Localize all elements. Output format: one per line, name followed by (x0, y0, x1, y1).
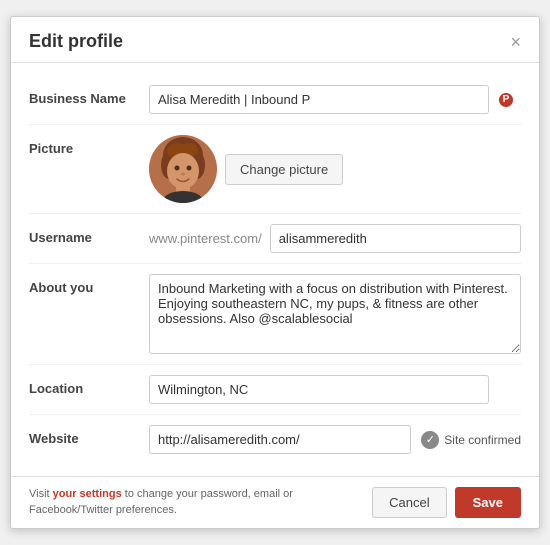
picture-label: Picture (29, 135, 149, 156)
footer-note-prefix: Visit (29, 488, 53, 500)
edit-profile-dialog: Edit profile × Business Name P Picture (10, 16, 540, 529)
username-input[interactable] (270, 224, 521, 253)
business-name-input[interactable] (149, 85, 489, 114)
username-label: Username (29, 224, 149, 245)
save-button[interactable]: Save (455, 487, 521, 518)
website-row-inner: ✓ Site confirmed (149, 425, 521, 454)
location-label: Location (29, 375, 149, 396)
change-picture-button[interactable]: Change picture (225, 154, 343, 185)
username-row: Username www.pinterest.com/ (29, 214, 521, 264)
business-name-control: P (149, 85, 521, 114)
pinterest-icon: P (499, 93, 513, 107)
about-row: About you (29, 264, 521, 365)
website-label: Website (29, 425, 149, 446)
username-prefix: www.pinterest.com/ (149, 231, 262, 246)
about-label: About you (29, 274, 149, 295)
dialog-body: Business Name P Picture (11, 63, 539, 476)
checkmark-icon: ✓ (421, 431, 439, 449)
footer-buttons: Cancel Save (372, 487, 521, 518)
footer-note: Visit your settings to change your passw… (29, 487, 329, 518)
username-control: www.pinterest.com/ (149, 224, 521, 253)
business-name-label: Business Name (29, 85, 149, 106)
picture-row: Picture (29, 125, 521, 214)
website-input[interactable] (149, 425, 411, 454)
site-confirmed-label: Site confirmed (444, 433, 521, 447)
website-row: Website ✓ Site confirmed (29, 415, 521, 464)
close-button[interactable]: × (510, 33, 521, 51)
site-confirmed-badge: ✓ Site confirmed (421, 431, 521, 449)
location-control (149, 375, 521, 404)
settings-link[interactable]: your settings (53, 488, 122, 500)
location-row: Location (29, 365, 521, 415)
business-name-row: Business Name P (29, 75, 521, 125)
picture-control: Change picture (149, 135, 521, 203)
website-control: ✓ Site confirmed (149, 425, 521, 454)
dialog-footer: Visit your settings to change your passw… (11, 476, 539, 528)
about-control (149, 274, 521, 354)
cancel-button[interactable]: Cancel (372, 487, 446, 518)
about-textarea[interactable] (149, 274, 521, 354)
dialog-title: Edit profile (29, 31, 123, 52)
avatar (149, 135, 217, 203)
dialog-header: Edit profile × (11, 17, 539, 63)
location-input[interactable] (149, 375, 489, 404)
